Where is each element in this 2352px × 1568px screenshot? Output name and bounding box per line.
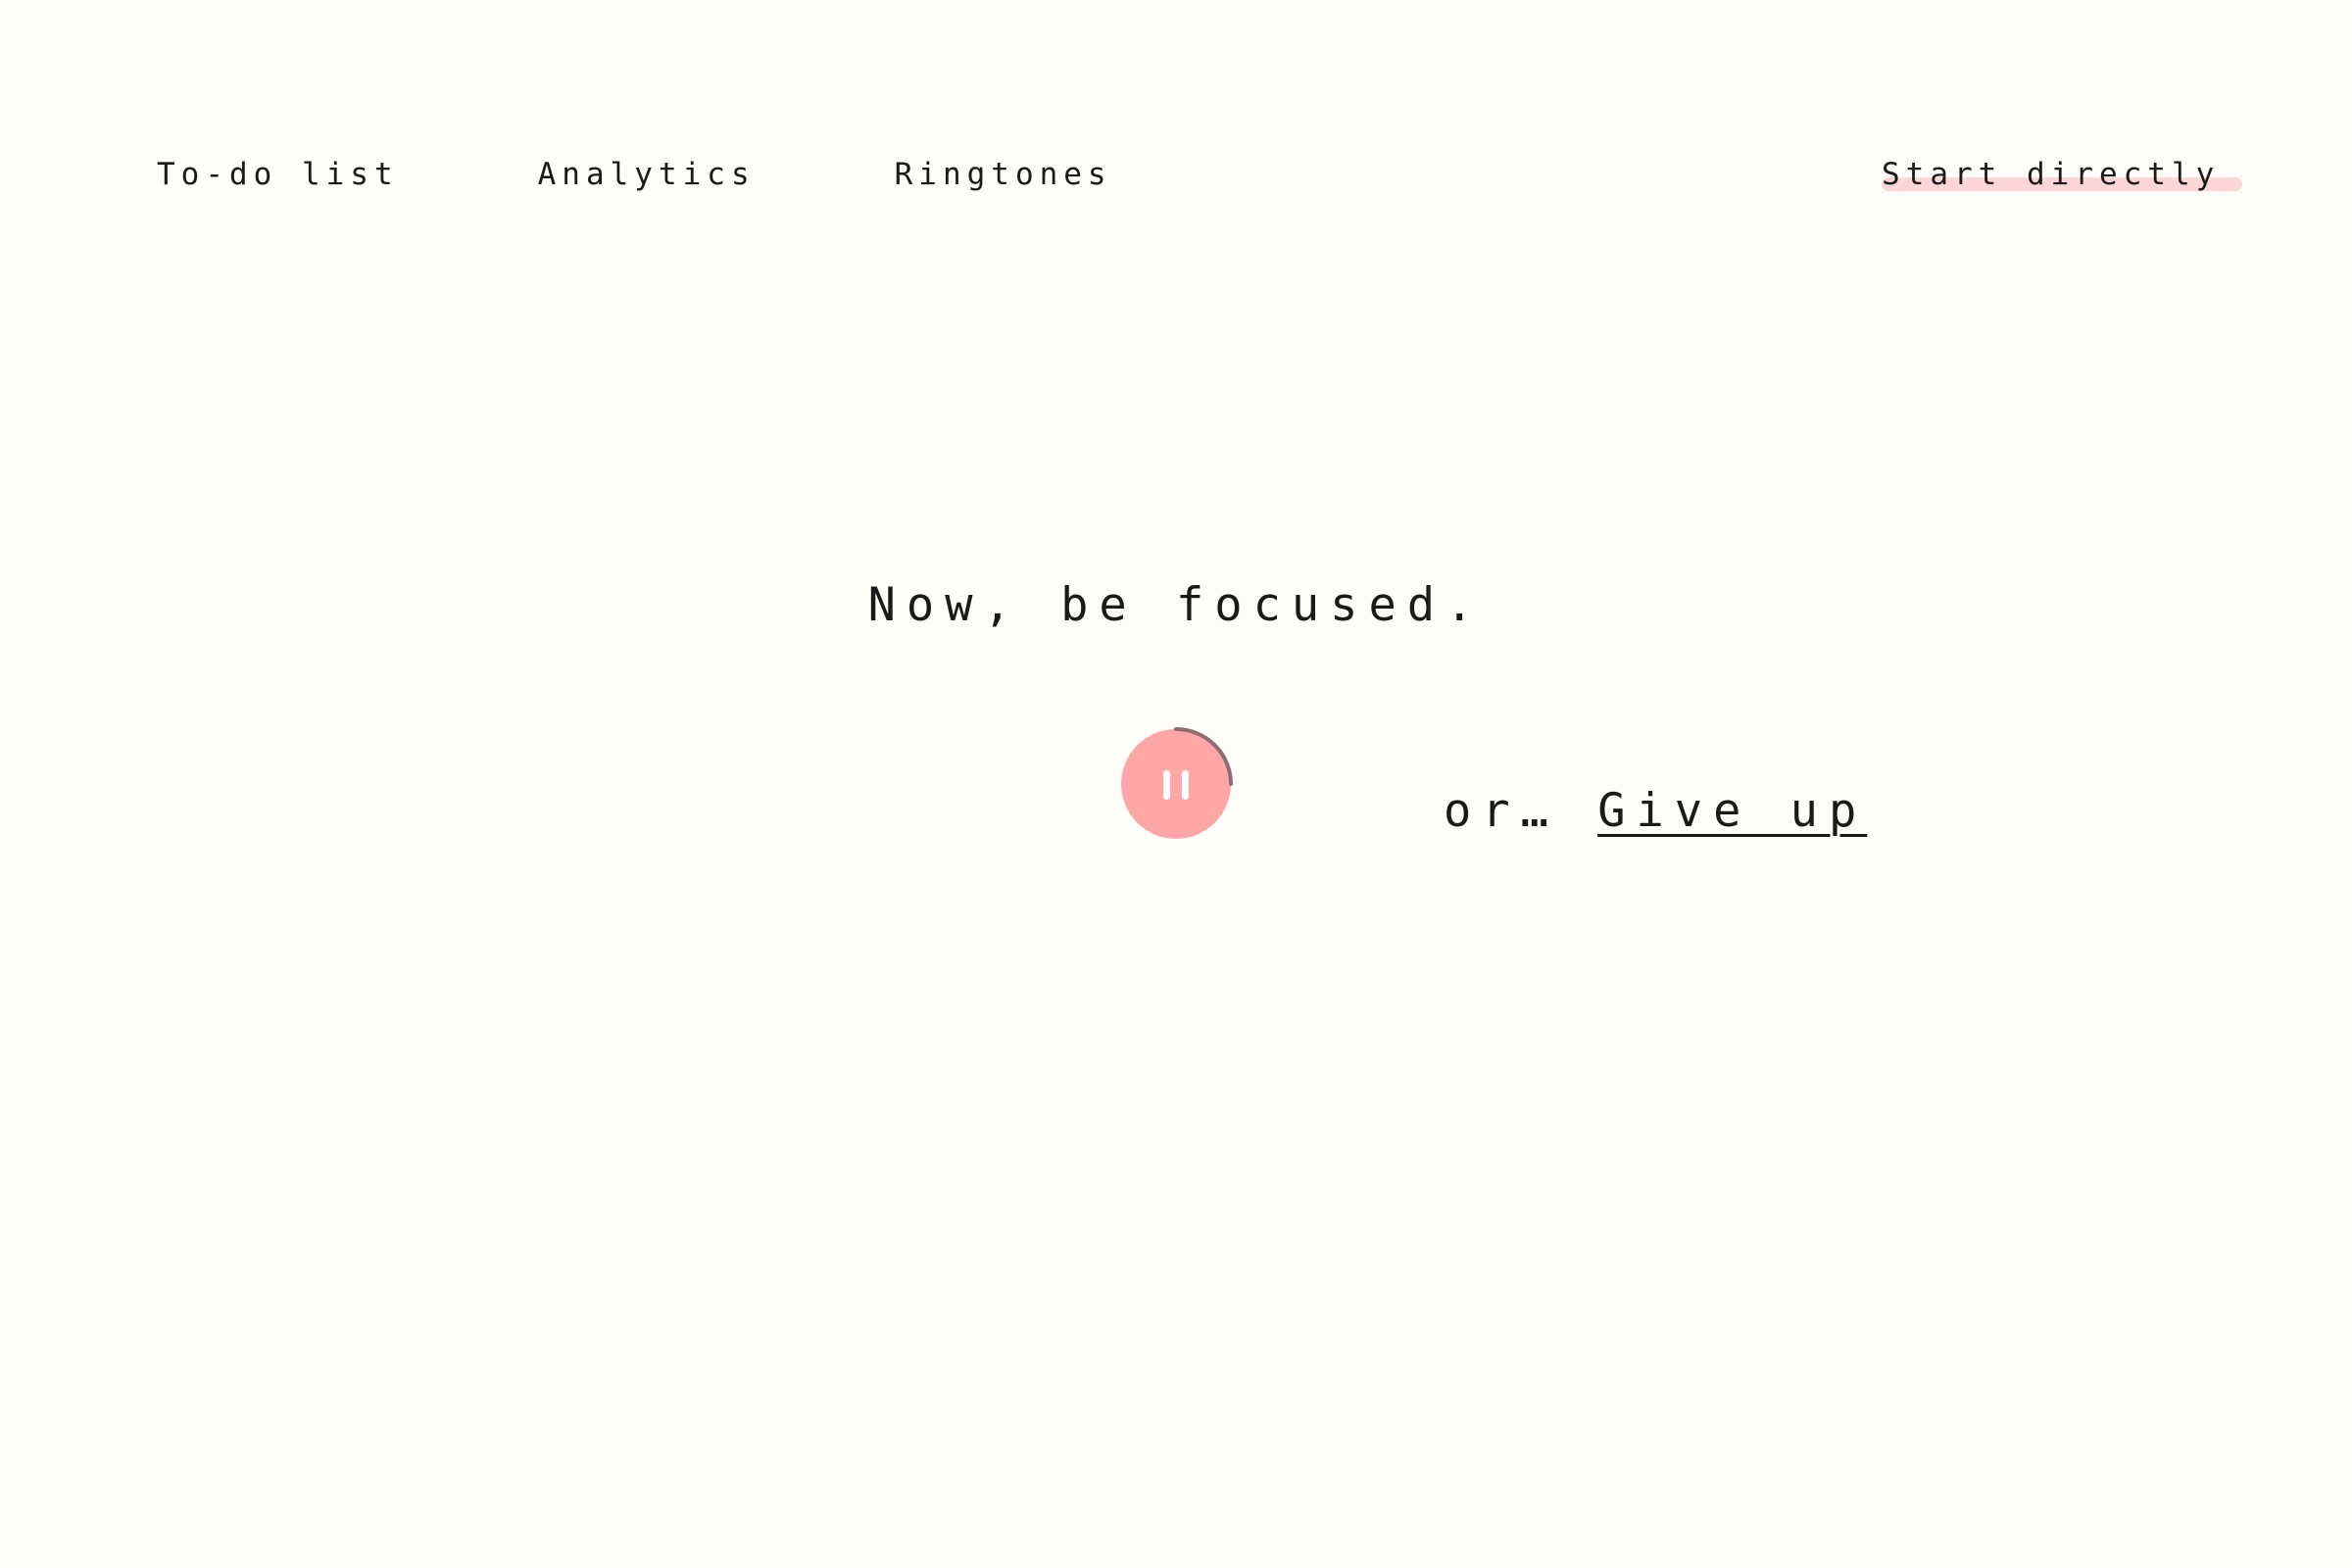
top-nav: To-do list Analytics Ringtones <box>157 157 1251 192</box>
timer-pause-button[interactable] <box>1117 723 1235 841</box>
start-directly-link[interactable]: Start directly <box>1882 157 2220 192</box>
nav-todo-list[interactable]: To-do list <box>157 157 399 192</box>
nav-analytics[interactable]: Analytics <box>538 157 756 192</box>
timer-graphic <box>1121 727 1233 839</box>
give-up-link[interactable]: Give up <box>1597 784 1867 838</box>
nav-ringtones[interactable]: Ringtones <box>895 157 1112 192</box>
or-text: or… <box>1444 784 1559 838</box>
focus-headline: Now, be focused. <box>867 578 1485 632</box>
give-up-row: or… Give up <box>1444 784 1867 838</box>
start-directly-container: Start directly <box>1882 157 2244 196</box>
